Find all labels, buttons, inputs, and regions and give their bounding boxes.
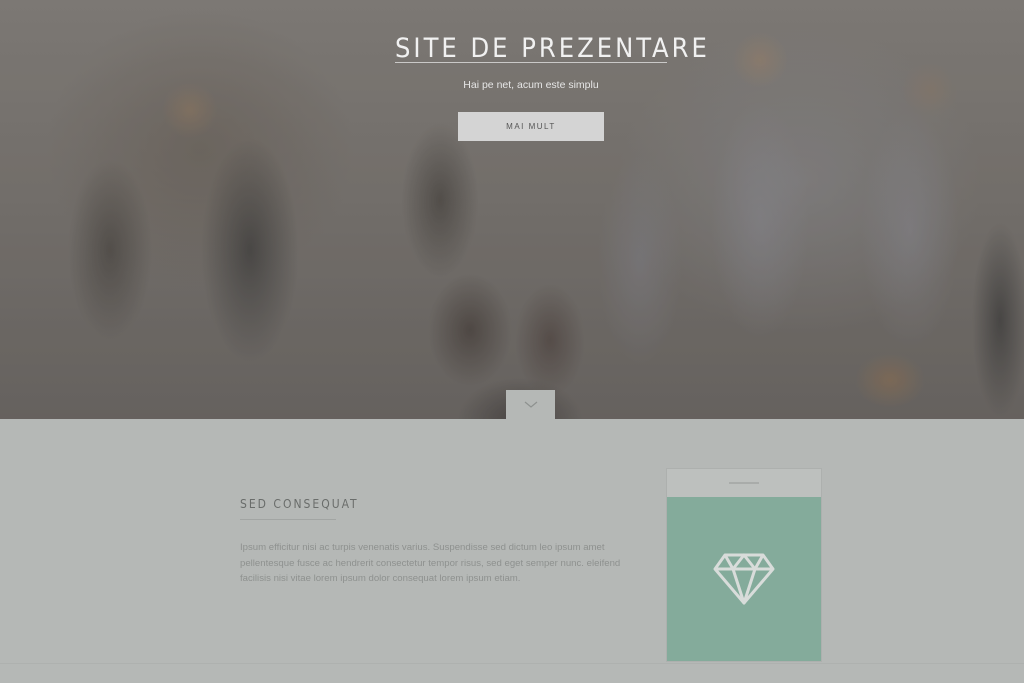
card-media xyxy=(667,497,821,661)
section-body: Ipsum efficitur nisi ac turpis venenatis… xyxy=(240,542,621,584)
section-bottom-divider xyxy=(0,663,1024,664)
more-button[interactable]: MAI MULT xyxy=(458,112,604,141)
feature-section: SED CONSEQUAT Ipsum efficitur nisi ac tu… xyxy=(0,419,1024,683)
scroll-down-button[interactable] xyxy=(506,390,555,419)
hero-divider xyxy=(395,62,667,63)
section-title: SED CONSEQUAT xyxy=(240,497,359,511)
chevron-down-icon xyxy=(524,401,537,408)
diamond-icon xyxy=(713,553,775,605)
card-header-line xyxy=(729,482,759,484)
card-header xyxy=(667,469,821,497)
hero-banner: SITE DE PREZENTARE Hai pe net, acum este… xyxy=(0,0,1024,419)
hero-subtitle: Hai pe net, acum este simplu xyxy=(463,79,599,91)
hero-title: SITE DE PREZENTARE xyxy=(395,33,710,65)
section-divider xyxy=(240,519,336,520)
feature-card[interactable] xyxy=(667,469,821,661)
